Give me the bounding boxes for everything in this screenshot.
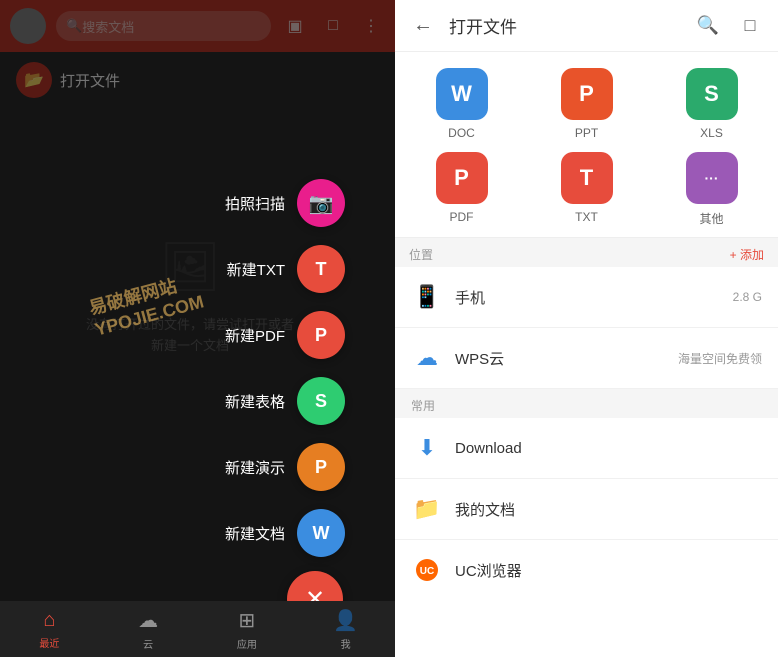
dial-txt[interactable]: 新建TXT T <box>227 245 345 293</box>
filetype-doc[interactable]: W DOC <box>405 68 518 140</box>
dial-txt-label: 新建TXT <box>227 259 285 280</box>
search-button[interactable]: 🔍 <box>692 10 724 42</box>
folder-icon: 📁 <box>411 493 443 525</box>
filetype-pdf[interactable]: P PDF <box>405 152 518 227</box>
speed-dial: 拍照扫描 📷 新建TXT T 新建PDF P 新建表格 S 新建演示 <box>225 179 345 557</box>
back-icon: ← <box>413 14 433 37</box>
list-item-mydocs[interactable]: 📁 我的文档 <box>395 479 778 540</box>
recent-icon: ⌂ <box>43 609 55 632</box>
me-icon: 👤 <box>333 608 358 633</box>
right-title: 打开文件 <box>449 13 682 38</box>
list-item-phone[interactable]: 📱 手机 2.8 G <box>395 267 778 328</box>
svg-text:UC: UC <box>420 566 434 577</box>
dial-pdf-label: 新建PDF <box>225 325 285 346</box>
filetype-xls[interactable]: S XLS <box>655 68 768 140</box>
other-label: 其他 <box>699 210 723 227</box>
dial-sheet[interactable]: 新建表格 S <box>225 377 345 425</box>
dial-ppt[interactable]: 新建演示 P <box>225 443 345 491</box>
xls-label: XLS <box>700 126 723 140</box>
list-item-uc[interactable]: UC UC浏览器 <box>395 540 778 600</box>
nav-me-label: 我 <box>341 636 351 651</box>
dial-sheet-btn[interactable]: S <box>297 377 345 425</box>
download-icon: ⬇ <box>411 432 443 464</box>
list-item-wps-cloud[interactable]: ☁ WPS云 海量空间免费领 <box>395 328 778 389</box>
phone-storage: 2.8 G <box>733 290 762 304</box>
filetype-ppt[interactable]: P PPT <box>530 68 643 140</box>
uc-icon: UC <box>411 554 443 586</box>
dial-txt-btn[interactable]: T <box>297 245 345 293</box>
dial-pdf-btn[interactable]: P <box>297 311 345 359</box>
uc-label: UC浏览器 <box>455 560 762 581</box>
file-type-grid: W DOC P PPT S XLS P PDF T TXT ··· 其他 <box>395 52 778 238</box>
nav-cloud-label: 云 <box>143 636 153 651</box>
location-list: 📱 手机 2.8 G ☁ WPS云 海量空间免费领 常用 ⬇ Download … <box>395 267 778 657</box>
location-section: 位置 + 添加 <box>395 238 778 267</box>
common-section-header: 常用 <box>395 389 778 418</box>
dial-doc-label: 新建文档 <box>225 523 285 544</box>
pdf-label: PDF <box>450 210 474 224</box>
view-toggle-button[interactable]: □ <box>734 10 766 42</box>
dial-sheet-label: 新建表格 <box>225 391 285 412</box>
apps-icon: ⊞ <box>238 608 255 633</box>
other-icon: ··· <box>686 152 738 204</box>
dial-ppt-btn[interactable]: P <box>297 443 345 491</box>
txt-icon: T <box>316 259 327 280</box>
txt-icon: T <box>561 152 613 204</box>
filetype-txt[interactable]: T TXT <box>530 152 643 227</box>
nav-recent-label: 最近 <box>39 635 59 650</box>
location-header: 位置 + 添加 <box>409 246 764 263</box>
dial-photo-label: 拍照扫描 <box>225 193 285 214</box>
cloud-icon: ☁ <box>138 608 158 633</box>
dial-ppt-label: 新建演示 <box>225 457 285 478</box>
bottom-nav: ⌂ 最近 ☁ 云 ⊞ 应用 👤 我 <box>0 601 395 657</box>
pdf-icon: P <box>436 152 488 204</box>
wps-cloud-icon: ☁ <box>411 342 443 374</box>
nav-apps[interactable]: ⊞ 应用 <box>198 608 297 651</box>
dial-photo[interactable]: 拍照扫描 📷 <box>225 179 345 227</box>
dial-doc[interactable]: 新建文档 W <box>225 509 345 557</box>
doc-label: DOC <box>448 126 475 140</box>
nav-cloud[interactable]: ☁ 云 <box>99 608 198 651</box>
square-icon: □ <box>745 15 756 36</box>
dial-doc-btn[interactable]: W <box>297 509 345 557</box>
ppt-label: PPT <box>575 126 598 140</box>
doc-icon: W <box>436 68 488 120</box>
ppt-icon: P <box>315 457 327 478</box>
dial-photo-btn[interactable]: 📷 <box>297 179 345 227</box>
nav-me[interactable]: 👤 我 <box>296 608 395 651</box>
search-icon: 🔍 <box>697 15 719 36</box>
add-location-button[interactable]: + 添加 <box>730 246 764 263</box>
left-panel: 🔍 搜索文档 ▣ □ ⋮ 📂 打开文件 🖼 没有打开过的文件，请尝试打开或者 新… <box>0 0 395 657</box>
sheet-icon: S <box>315 391 327 412</box>
nav-apps-label: 应用 <box>237 636 257 651</box>
doc-icon: W <box>313 523 330 544</box>
right-panel: ← 打开文件 🔍 □ W DOC P PPT S XLS P PDF T TXT <box>395 0 778 657</box>
wps-cloud-sub: 海量空间免费领 <box>678 350 762 367</box>
wps-cloud-label: WPS云 <box>455 348 678 369</box>
phone-label: 手机 <box>455 287 733 308</box>
back-button[interactable]: ← <box>407 10 439 42</box>
right-topbar: ← 打开文件 🔍 □ <box>395 0 778 52</box>
ppt-icon: P <box>561 68 613 120</box>
filetype-other[interactable]: ··· 其他 <box>655 152 768 227</box>
download-label: Download <box>455 440 762 457</box>
camera-icon: 📷 <box>309 191 334 216</box>
phone-icon: 📱 <box>411 281 443 313</box>
mydocs-label: 我的文档 <box>455 499 762 520</box>
pdf-icon: P <box>315 325 327 346</box>
location-label: 位置 <box>409 246 433 263</box>
xls-icon: S <box>686 68 738 120</box>
dial-pdf[interactable]: 新建PDF P <box>225 311 345 359</box>
list-item-download[interactable]: ⬇ Download <box>395 418 778 479</box>
txt-label: TXT <box>575 210 598 224</box>
nav-recent[interactable]: ⌂ 最近 <box>0 609 99 650</box>
